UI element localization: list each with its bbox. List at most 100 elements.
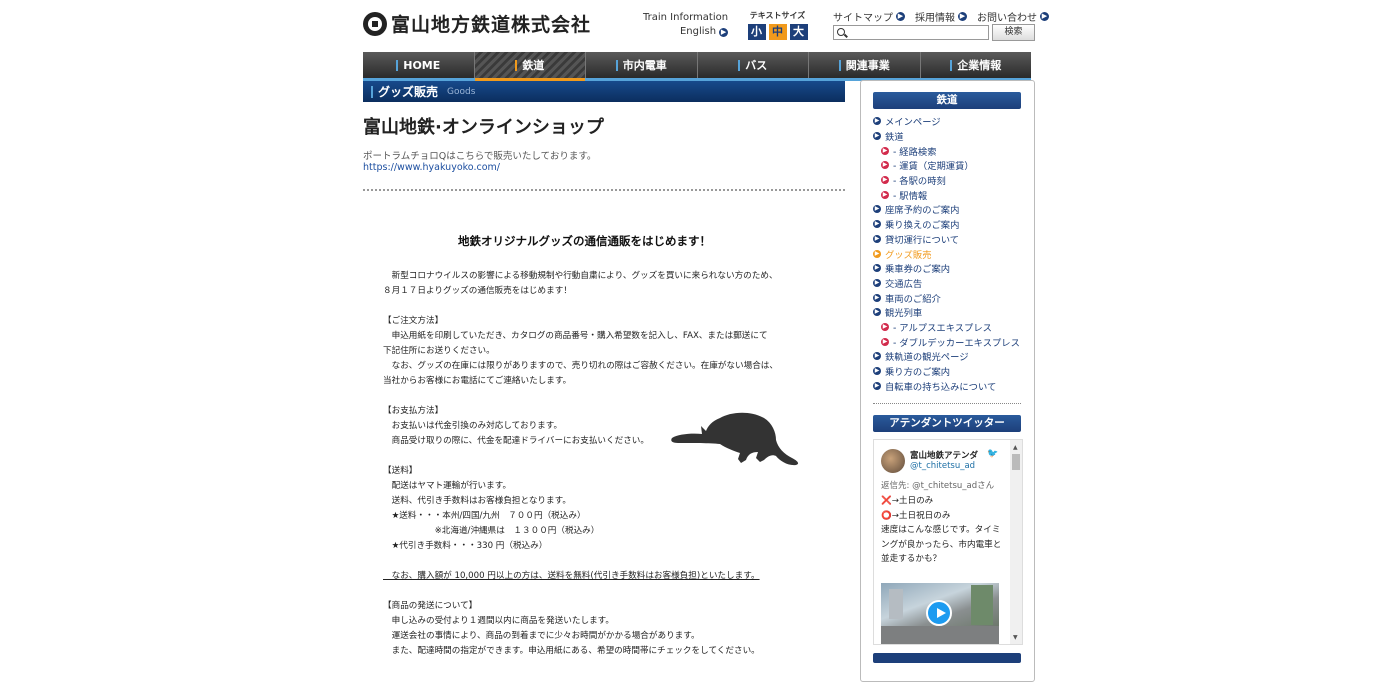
nav-corporate[interactable]: 企業情報 bbox=[921, 52, 1032, 78]
scroll-up-icon[interactable]: ▲ bbox=[1013, 444, 1018, 451]
sidebar-item-label: 自転車の持ち込みについて bbox=[885, 381, 997, 393]
arrow-right-icon: ▶ bbox=[881, 176, 889, 185]
twitter-section-title: アテンダントツイッター bbox=[873, 415, 1021, 432]
recruit-label: 採用情報 bbox=[915, 13, 955, 24]
tweet-line: 速度はこんな感じです。タイミングが良かったら、市内電車と並走するかも？ bbox=[881, 525, 1002, 564]
twitter-timeline-widget[interactable]: 富山地鉄アテンダ 🐦 @t_chitetsu_ad 返信先: @t_chitet… bbox=[873, 439, 1023, 645]
arrow-right-icon: ▶ bbox=[873, 278, 881, 287]
text-size-large-button[interactable]: 大 bbox=[789, 24, 808, 40]
train-info-block: Train Information English ▶ bbox=[643, 11, 729, 39]
sidebar-item-label: - ダブルデッカーエキスプレス bbox=[893, 337, 1020, 349]
recruit-link[interactable]: 採用情報 ▶ bbox=[915, 9, 967, 24]
tweet-video-thumbnail[interactable] bbox=[881, 583, 999, 644]
nav-label: HOME bbox=[403, 58, 441, 72]
nav-related-business[interactable]: 関連事業 bbox=[809, 52, 921, 78]
twitter-bird-icon[interactable]: 🐦 bbox=[987, 449, 998, 459]
text-size-small-button[interactable]: 小 bbox=[747, 24, 766, 40]
flyer-line bbox=[383, 554, 778, 569]
sidebar-divider bbox=[873, 403, 1021, 404]
scroll-down-icon[interactable]: ▼ bbox=[1013, 634, 1018, 641]
sitemap-link[interactable]: サイトマップ ▶ bbox=[833, 9, 905, 24]
arrow-right-icon: ▶ bbox=[873, 234, 881, 243]
tweet-author-name[interactable]: 富山地鉄アテンダ bbox=[910, 449, 978, 461]
flyer-line: ★送料・・・本州/四国/九州 ７００円（税込み） bbox=[383, 511, 586, 521]
sidebar-item[interactable]: ▶ 鉄道 bbox=[873, 129, 1023, 144]
text-size-label: テキストサイズ bbox=[749, 11, 806, 20]
tweet-author-handle[interactable]: @t_chitetsu_ad bbox=[910, 461, 975, 471]
search-button[interactable]: 検索 bbox=[992, 24, 1035, 41]
search-input[interactable] bbox=[833, 25, 989, 40]
scrollbar-thumb[interactable] bbox=[1012, 454, 1020, 470]
english-label: English bbox=[679, 26, 717, 37]
sidebar-subitem[interactable]: ▶ - ダブルデッカーエキスプレス bbox=[873, 334, 1023, 349]
global-nav: HOME 鉄道 市内電車 バス 関連事業 企業情報 bbox=[363, 52, 1031, 81]
nav-label: 鉄道 bbox=[522, 59, 545, 72]
dotted-divider bbox=[363, 189, 845, 191]
arrow-right-icon: ▶ bbox=[719, 27, 729, 37]
arrow-right-icon: ▶ bbox=[873, 264, 881, 273]
arrow-right-icon: ▶ bbox=[873, 117, 881, 126]
cat-silhouette-illustration bbox=[671, 412, 799, 466]
flyer-line: 当社からお客様にお電話にてご連絡いたします。 bbox=[383, 376, 572, 386]
tree-shape bbox=[971, 585, 993, 625]
shop-link[interactable]: https://www.hyakuyoko.com/ bbox=[363, 162, 500, 173]
play-icon[interactable] bbox=[926, 600, 952, 626]
sidebar-item-label: - 各駅の時刻 bbox=[893, 176, 946, 188]
sidebar-item-label: 観光列車 bbox=[885, 308, 923, 320]
sidebar-item-label: 交通広告 bbox=[885, 278, 923, 290]
sidebar-item-goods-current[interactable]: ▶ グッズ販売 bbox=[873, 246, 1023, 261]
arrow-right-icon: ▶ bbox=[958, 12, 967, 21]
flyer-line bbox=[383, 584, 778, 599]
sidebar-subitem[interactable]: ▶ - 経路検索 bbox=[873, 143, 1023, 158]
nav-tram[interactable]: 市内電車 bbox=[586, 52, 698, 78]
section-header: グッズ販売 Goods bbox=[363, 81, 845, 102]
sidebar-subitem[interactable]: ▶ - アルプスエキスプレス bbox=[873, 320, 1023, 335]
tweet-line: →土日祝日のみ bbox=[891, 510, 951, 521]
sidebar-item-label: - 運賃（定期運賃） bbox=[893, 161, 974, 173]
sidebar-menu: ▶ メインページ ▶ 鉄道 ▶ - 経路検索 ▶ - 運賃（定期運賃） ▶ - 各駅の時刻… bbox=[873, 114, 1023, 393]
nav-marker bbox=[738, 59, 741, 71]
sidebar-item[interactable]: ▶ 貸切運行について bbox=[873, 232, 1023, 247]
arrow-right-icon: ▶ bbox=[873, 249, 881, 258]
sidebar-item[interactable]: ▶ 観光列車 bbox=[873, 305, 1023, 320]
sidebar-item[interactable]: ▶ 乗り方のご案内 bbox=[873, 364, 1023, 379]
flyer-line bbox=[383, 299, 778, 314]
circle-mark-icon: ⭕ bbox=[881, 510, 892, 521]
english-link[interactable]: English ▶ bbox=[643, 25, 729, 39]
flyer-line: ８月１７日よりグッズの通信販売をはじめます！ bbox=[383, 286, 572, 296]
sidebar-subitem[interactable]: ▶ - 駅情報 bbox=[873, 187, 1023, 202]
avatar[interactable] bbox=[881, 449, 905, 473]
sidebar-item[interactable]: ▶ 乗車券のご案内 bbox=[873, 261, 1023, 276]
nav-marker bbox=[515, 59, 518, 71]
nav-railway[interactable]: 鉄道 bbox=[474, 52, 586, 81]
train-information-link[interactable]: Train Information bbox=[643, 11, 728, 25]
sidebar-item[interactable]: ▶ メインページ bbox=[873, 114, 1023, 129]
flyer-line: 運送会社の事情により、商品の到着までに少々お時間がかかる場合があります。 bbox=[383, 631, 700, 641]
sidebar-subitem[interactable]: ▶ - 運賃（定期運賃） bbox=[873, 158, 1023, 173]
flyer-line: 新型コロナウイルスの影響による移動規制や行動自粛により、グッズを買いに来られない… bbox=[383, 271, 778, 281]
sidebar-item[interactable]: ▶ 乗り換えのご案内 bbox=[873, 217, 1023, 232]
sidebar-item[interactable]: ▶ 鉄軌道の観光ページ bbox=[873, 349, 1023, 364]
sidebar-item[interactable]: ▶ 自転車の持ち込みについて bbox=[873, 378, 1023, 393]
building-shape bbox=[889, 589, 903, 619]
arrow-right-icon: ▶ bbox=[896, 12, 905, 21]
flyer-line: なお、グッズの在庫には限りがありますので、売り切れの際はご容赦ください。在庫がな… bbox=[383, 361, 778, 371]
arrow-right-icon: ▶ bbox=[873, 220, 881, 229]
contact-link[interactable]: お問い合わせ ▶ bbox=[977, 9, 1049, 24]
sidebar-item[interactable]: ▶ 交通広告 bbox=[873, 276, 1023, 291]
nav-home[interactable]: HOME bbox=[363, 52, 475, 78]
tweet-reply-to: 返信先: @t_chitetsu_adさん bbox=[881, 481, 995, 491]
sidebar-subitem[interactable]: ▶ - 各駅の時刻 bbox=[873, 173, 1023, 188]
arrow-right-icon: ▶ bbox=[873, 352, 881, 361]
sidebar-item[interactable]: ▶ 車両のご紹介 bbox=[873, 290, 1023, 305]
arrow-right-icon: ▶ bbox=[881, 146, 889, 155]
sidebar-item[interactable]: ▶ 座席予約のご案内 bbox=[873, 202, 1023, 217]
sitemap-label: サイトマップ bbox=[833, 13, 893, 24]
sidebar-item-label: 座席予約のご案内 bbox=[885, 205, 960, 217]
text-size-medium-button[interactable]: 中 bbox=[768, 24, 787, 40]
company-logo[interactable]: 富山地方鉄道株式会社 bbox=[363, 10, 591, 37]
tweet-line: →土日のみ bbox=[891, 496, 934, 506]
widget-scrollbar[interactable]: ▲ ▼ bbox=[1010, 440, 1022, 644]
flyer-line: また、配達時間の指定ができます。申込用紙にある、希望の時間帯にチェックをしてくだ… bbox=[383, 646, 760, 656]
nav-bus[interactable]: バス bbox=[698, 52, 809, 78]
